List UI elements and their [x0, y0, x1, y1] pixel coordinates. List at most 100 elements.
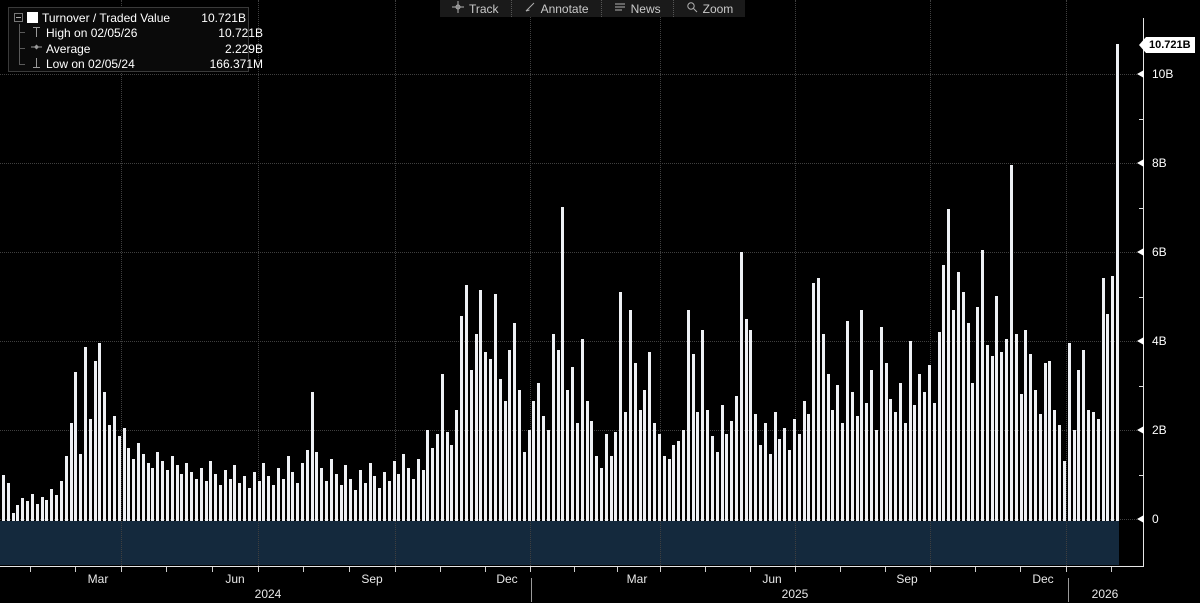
- bar: [807, 414, 810, 521]
- bar: [764, 423, 767, 521]
- bar: [267, 476, 270, 521]
- bar: [132, 459, 135, 521]
- bar: [190, 472, 193, 521]
- x-tick: [750, 567, 751, 572]
- bar: [1039, 414, 1042, 521]
- y-tick-label: 8B: [1152, 156, 1167, 170]
- tree-expander-icon[interactable]: [14, 11, 23, 25]
- bar: [45, 500, 48, 521]
- bar: [581, 339, 584, 521]
- bar: [933, 403, 936, 521]
- bar: [947, 209, 950, 521]
- bar: [277, 468, 280, 521]
- bar: [1029, 354, 1032, 521]
- bar: [1010, 165, 1013, 521]
- bar: [137, 443, 140, 521]
- x-tick: [617, 567, 618, 572]
- bar: [123, 428, 126, 521]
- bar: [60, 481, 63, 521]
- bar: [94, 361, 97, 521]
- bar: [272, 485, 275, 521]
- bars-layer[interactable]: [0, 0, 1120, 521]
- bar: [388, 481, 391, 521]
- bar: [161, 461, 164, 521]
- legend-row-series[interactable]: Turnover / Traded Value 10.721B: [9, 10, 253, 25]
- plot-area[interactable]: [0, 0, 1143, 566]
- zoom-button[interactable]: Zoom: [673, 0, 746, 17]
- legend-row-high: High on 02/05/26 10.721B: [9, 26, 270, 41]
- bar: [1048, 361, 1051, 521]
- bar: [836, 385, 839, 521]
- x-axis: MarJunSepDecMarJunSepDec202420252026: [0, 566, 1200, 603]
- bar: [831, 410, 834, 521]
- bar: [995, 296, 998, 521]
- bar: [870, 370, 873, 521]
- bar: [103, 392, 106, 521]
- bar: [1087, 410, 1090, 521]
- bar: [79, 454, 82, 521]
- bar: [841, 423, 844, 521]
- bar: [373, 476, 376, 521]
- bar: [668, 459, 671, 521]
- x-tick: [485, 567, 486, 572]
- bar: [335, 474, 338, 521]
- bar: [127, 448, 130, 521]
- bar: [663, 456, 666, 521]
- bar: [233, 465, 236, 521]
- bar: [557, 350, 560, 521]
- bar: [1000, 352, 1003, 521]
- chart-window: 10B8B6B4B2B0 10.721B MarJunSepDecMarJunS…: [0, 0, 1200, 603]
- bar: [1044, 363, 1047, 521]
- x-tick: [75, 567, 76, 572]
- bar: [962, 292, 965, 521]
- x-tick: [166, 567, 167, 572]
- x-tick: [1066, 567, 1067, 572]
- bar: [460, 316, 463, 521]
- bar: [296, 483, 299, 521]
- bar: [942, 265, 945, 521]
- bar: [248, 488, 251, 521]
- year-separator: [1068, 578, 1069, 602]
- x-tick: [30, 567, 31, 572]
- bar: [436, 434, 439, 521]
- bar: [407, 468, 410, 521]
- bar: [643, 390, 646, 521]
- bar: [928, 365, 931, 521]
- bar: [552, 334, 555, 521]
- news-button[interactable]: News: [601, 0, 673, 17]
- bar: [682, 430, 685, 521]
- bar: [315, 452, 318, 521]
- bar: [151, 468, 154, 521]
- track-button[interactable]: Track: [440, 0, 511, 17]
- bar: [1063, 461, 1066, 521]
- track-label: Track: [469, 2, 499, 16]
- bar: [1024, 330, 1027, 521]
- bar: [624, 412, 627, 521]
- bar: [909, 341, 912, 521]
- y-tick-arrow: [1137, 70, 1144, 78]
- bar: [26, 501, 29, 521]
- bar: [899, 383, 902, 521]
- bar: [532, 401, 535, 521]
- bar: [7, 483, 10, 521]
- average-marker-icon: [31, 41, 42, 56]
- annotate-button[interactable]: Annotate: [511, 0, 601, 17]
- bar: [383, 472, 386, 521]
- y-tick-label: 6B: [1152, 245, 1167, 259]
- bar: [865, 403, 868, 521]
- bar: [291, 472, 294, 521]
- y-tick-arrow: [1137, 515, 1144, 523]
- bar: [397, 474, 400, 521]
- bar: [70, 423, 73, 521]
- bar: [2, 475, 5, 521]
- bar: [803, 401, 806, 521]
- bar: [971, 383, 974, 521]
- bar: [378, 488, 381, 521]
- x-tick: [840, 567, 841, 572]
- zoom-label: Zoom: [703, 2, 734, 16]
- bar: [306, 450, 309, 521]
- bar: [923, 392, 926, 521]
- bar: [209, 461, 212, 521]
- bar: [205, 481, 208, 521]
- bar: [484, 352, 487, 521]
